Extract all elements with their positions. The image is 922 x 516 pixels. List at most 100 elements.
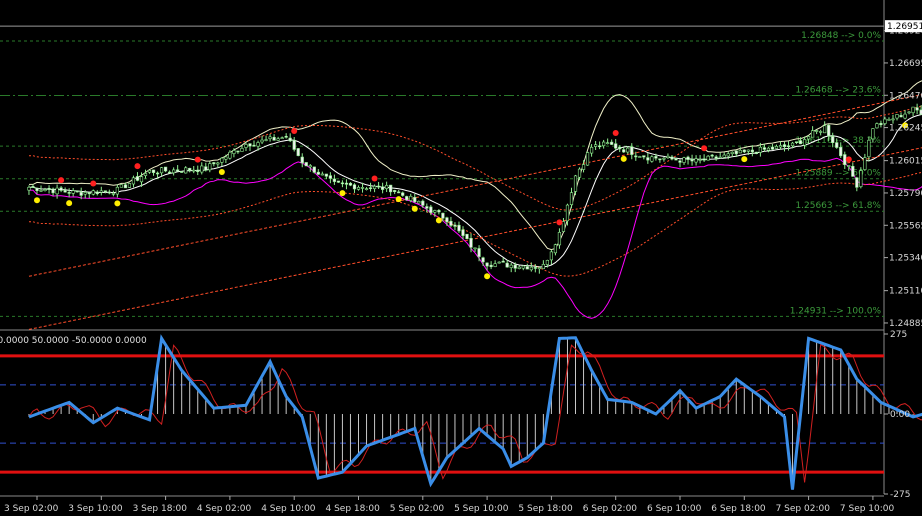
candle-body: [895, 114, 899, 119]
candle-body: [602, 141, 606, 147]
candle-body: [650, 156, 654, 162]
candle-body: [417, 201, 421, 204]
candle-body: [493, 263, 497, 267]
time-axis-label: 4 Sep 10:00: [261, 504, 316, 514]
candle-body: [168, 171, 172, 174]
candle-body: [831, 136, 835, 143]
candle-body: [871, 128, 875, 140]
buy-signal-dot: [34, 197, 40, 204]
buy-signal-dot: [620, 155, 627, 162]
candle-body: [891, 118, 895, 121]
candle-body: [778, 145, 783, 148]
candle-body: [244, 144, 248, 148]
candle-body: [159, 167, 164, 174]
candle-body: [51, 188, 55, 194]
chart-background: [0, 0, 922, 516]
candle-body: [184, 167, 188, 174]
candle-body: [670, 156, 674, 160]
candle-body: [738, 149, 742, 154]
sell-signal-dot: [194, 156, 201, 163]
sell-signal-dot: [291, 128, 298, 135]
candle-body: [304, 162, 308, 167]
candle-body: [433, 210, 437, 213]
candle-body: [549, 251, 553, 261]
candle-body: [569, 192, 574, 205]
candle-body: [79, 191, 83, 196]
price-axis-label: 1.26015: [889, 157, 922, 167]
candle-body: [425, 206, 429, 209]
fibo-level-label: 1.26468 --> 23.6%: [795, 86, 881, 96]
candle-body: [236, 150, 240, 153]
price-axis-label: 1.25790: [889, 189, 922, 199]
candle-body: [698, 159, 702, 161]
candle-body: [188, 167, 192, 171]
sell-signal-dot: [58, 177, 65, 184]
time-axis-label: 4 Sep 18:00: [326, 504, 381, 514]
candle-body: [360, 187, 365, 189]
candle-body: [758, 146, 762, 153]
candle-body: [638, 156, 642, 158]
candle-body: [557, 232, 562, 246]
candle-body: [819, 131, 823, 133]
candle-body: [123, 184, 128, 189]
candle-body: [481, 257, 485, 263]
candle-body: [376, 185, 381, 188]
candle-body: [324, 173, 328, 177]
candle: [180, 171, 184, 173]
candle-body: [405, 196, 409, 201]
candle-body: [192, 169, 196, 172]
candle-body: [674, 158, 678, 161]
candle-body: [594, 144, 598, 147]
buy-signal-dot: [395, 196, 402, 203]
candle-body: [622, 149, 626, 153]
candle-body: [67, 192, 71, 194]
buy-signal-dot: [114, 200, 121, 207]
candle-body: [35, 187, 39, 191]
candle-body: [867, 139, 871, 158]
candle-body: [204, 166, 208, 171]
candle-body: [131, 177, 136, 185]
current-price-label: 1.26951: [887, 22, 922, 32]
sell-signal-dot: [134, 163, 141, 170]
candle-body: [589, 147, 594, 154]
sell-signal-dot: [845, 156, 852, 163]
candle-body: [328, 175, 332, 179]
candle-body: [308, 165, 312, 168]
candle-body: [754, 151, 758, 154]
candle-body: [372, 185, 377, 189]
time-axis-label: 3 Sep 02:00: [4, 504, 59, 514]
time-axis-label: 5 Sep 18:00: [518, 504, 573, 514]
candle-body: [915, 107, 919, 111]
candle-body: [859, 170, 863, 187]
candle-body: [385, 185, 389, 189]
candle-body: [155, 172, 160, 175]
osc-header-values: 100.0000 50.0000 -50.0000 0.0000: [0, 336, 147, 346]
candle-body: [614, 143, 618, 149]
candle-body: [686, 156, 690, 160]
candle-body: [537, 267, 541, 270]
candle-body: [296, 148, 300, 156]
buy-signal-dot: [435, 217, 442, 224]
candle-body: [461, 229, 465, 236]
candle-body: [706, 155, 710, 161]
candle-body: [851, 165, 855, 177]
candle: [304, 162, 308, 167]
candle-body: [806, 136, 811, 140]
candle-body: [336, 180, 341, 183]
time-axis-label: 5 Sep 10:00: [454, 504, 509, 514]
candle-body: [208, 163, 212, 171]
candle-body: [610, 141, 614, 145]
sell-signal-dot: [612, 130, 619, 137]
candle-body: [39, 190, 43, 192]
candle: [119, 184, 123, 188]
candle-body: [497, 261, 501, 264]
candle-body: [83, 192, 87, 195]
candle-body: [63, 190, 67, 193]
candle-body: [630, 146, 634, 155]
candle-body: [746, 149, 750, 152]
candle-body: [453, 224, 457, 227]
candle-body: [517, 266, 521, 269]
candle-body: [111, 192, 115, 195]
candle-body: [835, 142, 839, 148]
candle-body: [730, 151, 734, 154]
